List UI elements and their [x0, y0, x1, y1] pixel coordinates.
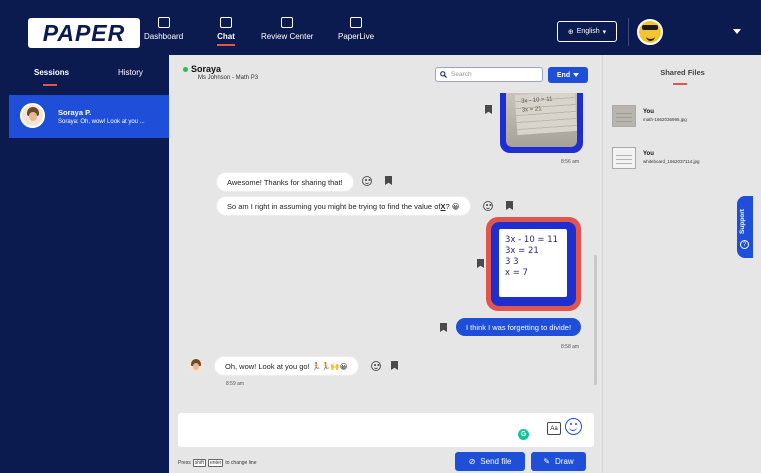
account-menu-caret-icon[interactable]: [733, 29, 741, 34]
message-timestamp: 8:59 am: [226, 381, 245, 387]
chat-subtitle: Ms Johnson - Math P3: [198, 75, 259, 81]
session-name: Soraya P.: [58, 108, 92, 117]
draw-icon: ✎: [543, 457, 551, 466]
video-icon: [350, 17, 363, 28]
send-file-button[interactable]: ⊘ Send file: [455, 452, 525, 471]
chart-icon: [157, 17, 170, 28]
tutor-message: Awesome! Thanks for sharing that!: [217, 173, 353, 191]
session-preview: Soraya: Oh, wow! Look at you ...: [58, 119, 145, 125]
bookmark-icon[interactable]: [506, 201, 513, 210]
globe-icon: ⊕: [567, 28, 574, 36]
nav-divider: [628, 18, 629, 46]
draw-button[interactable]: ✎ Draw: [531, 452, 586, 471]
nav-chat[interactable]: Chat: [217, 17, 235, 46]
bookmark-icon[interactable]: [485, 105, 492, 114]
tab-sessions[interactable]: Sessions: [34, 68, 69, 77]
message-timestamp: 8:58 am: [561, 344, 580, 350]
session-item[interactable]: Soraya P. Soraya: Oh, wow! Look at you .…: [9, 95, 169, 138]
chat-scrollbar[interactable]: [594, 255, 597, 385]
support-tab[interactable]: Support ?: [737, 196, 753, 258]
student-avatar: [20, 103, 45, 128]
shared-files-title: Shared Files: [660, 68, 705, 77]
shared-image-message-highlighted[interactable]: 3x - 10 = 11 3x = 21 3 3 x = 7: [486, 217, 581, 311]
shared-files-underline: [673, 83, 687, 85]
file-thumbnail: [612, 147, 636, 169]
chat-header: Soraya Ms Johnson - Math P3 End: [169, 55, 602, 93]
tutor-message: Oh, wow! Look at you go! 🏃🏃🙌😀: [215, 357, 358, 375]
emoji-reaction-icon[interactable]: [362, 176, 372, 186]
search-input[interactable]: [451, 71, 531, 78]
paper-logo[interactable]: PAPER: [28, 18, 140, 48]
shared-file-item[interactable]: You math-1662036995.jpg: [612, 105, 757, 129]
app-window: PAPER Dashboard Chat Review Center Paper…: [9, 9, 761, 473]
message-input[interactable]: [178, 413, 518, 447]
math-photo: 3x - 10 = 11 3x = 21: [506, 93, 577, 147]
language-selector[interactable]: ⊕ English ▾: [557, 21, 617, 42]
chevron-down-icon: [573, 73, 580, 77]
shared-files-panel: Shared Files You math-1662036995.jpg You…: [602, 55, 761, 473]
emoji-picker-icon[interactable]: [565, 418, 582, 435]
text-format-button[interactable]: Aa: [547, 422, 561, 435]
search-icon: [440, 71, 447, 78]
chat-panel: Soraya Ms Johnson - Math P3 End 3x - 10 …: [169, 55, 602, 473]
chat-icon: [220, 17, 232, 28]
help-icon: ?: [740, 240, 749, 249]
active-tab-underline: [217, 44, 235, 46]
sessions-sidebar: Sessions History Soraya P. Soraya: Oh, w…: [9, 55, 169, 473]
sessions-tab-underline: [43, 84, 57, 86]
nav-paperlive[interactable]: PaperLive: [338, 17, 374, 41]
message-composer: G Aa: [178, 413, 594, 447]
grammarly-icon[interactable]: G: [518, 429, 529, 440]
bookmark-icon[interactable]: [385, 176, 392, 185]
student-message: I think I was forgetting to divide!: [456, 318, 582, 336]
document-icon: [281, 17, 294, 28]
nav-review-center[interactable]: Review Center: [261, 17, 313, 41]
tutor-message: So am I right in assuming you might be t…: [217, 197, 470, 215]
emoji-reaction-icon[interactable]: [483, 201, 493, 211]
nav-dashboard[interactable]: Dashboard: [144, 17, 183, 41]
tab-history[interactable]: History: [118, 68, 143, 77]
emoji-reaction-icon[interactable]: [371, 361, 381, 371]
user-avatar[interactable]: [637, 19, 663, 45]
chat-student-name: Soraya: [191, 64, 222, 74]
chat-search[interactable]: [435, 67, 543, 82]
online-status-dot: [183, 67, 188, 72]
shared-file-item[interactable]: You whiteboard_1662037114.jpg: [612, 147, 757, 171]
student-avatar: [188, 358, 204, 374]
file-thumbnail: [612, 105, 636, 127]
end-session-button[interactable]: End: [548, 67, 588, 83]
shared-image-message[interactable]: 3x - 10 = 11 3x = 21: [500, 93, 583, 153]
paperclip-icon: ⊘: [468, 457, 476, 466]
bookmark-icon[interactable]: [391, 361, 398, 370]
message-timestamp: 8:56 am: [561, 159, 580, 165]
equation-photo: 3x - 10 = 11 3x = 21 3 3 x = 7: [499, 229, 567, 297]
bookmark-icon[interactable]: [440, 323, 447, 332]
chevron-down-icon: ▾: [602, 28, 607, 36]
bookmark-icon[interactable]: [477, 259, 484, 268]
keyboard-hint: Press shift enter to change line: [178, 459, 257, 467]
top-nav: PAPER Dashboard Chat Review Center Paper…: [9, 9, 761, 55]
